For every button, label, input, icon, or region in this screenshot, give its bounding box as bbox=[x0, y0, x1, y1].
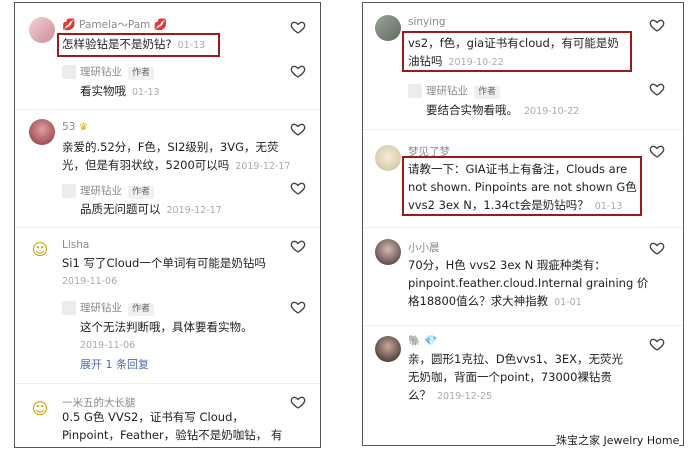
avatar[interactable] bbox=[375, 145, 401, 171]
like-heart-icon[interactable] bbox=[290, 394, 306, 410]
avatar[interactable] bbox=[29, 17, 55, 43]
comment-text: 70分，H色 vvs2 3ex N 瑕疵种类有： pinpoint.feather… bbox=[408, 258, 649, 308]
comment-panel-right: sinying vs2，f色，gia证书有cloud，有可能是奶 油钻吗 2019-… bbox=[362, 2, 684, 446]
crown-icon: ♛ bbox=[78, 121, 89, 133]
reply-text: 要结合实物看哦。 2019-10-22 bbox=[426, 103, 580, 117]
like-heart-icon[interactable] bbox=[290, 238, 306, 254]
comment-author[interactable]: 🐘 💎 bbox=[408, 334, 438, 347]
avatar[interactable] bbox=[375, 239, 401, 265]
lips-icon: 💋 bbox=[153, 18, 168, 31]
reply-author[interactable]: 理研钻业 作者 bbox=[426, 83, 501, 99]
divider bbox=[15, 383, 320, 384]
comment-author[interactable]: 小小晨 bbox=[408, 240, 440, 255]
comment-text: 0.5 G色 VVS2，证书有写 Cloud， Pinpoint，Feather，… bbox=[62, 410, 283, 442]
avatar[interactable] bbox=[375, 336, 401, 362]
avatar[interactable] bbox=[375, 15, 401, 41]
like-heart-icon[interactable] bbox=[649, 17, 665, 33]
reply-author[interactable]: 理研钻业 作者 bbox=[80, 183, 155, 199]
like-heart-icon[interactable] bbox=[649, 81, 665, 97]
highlight-box bbox=[402, 156, 642, 216]
like-heart-icon[interactable] bbox=[290, 299, 306, 315]
reply-date: 2019-11-06 bbox=[80, 340, 136, 351]
like-heart-icon[interactable] bbox=[290, 180, 306, 196]
like-heart-icon[interactable] bbox=[649, 143, 665, 159]
comment-text: 亲，圆形1克拉、D色vvs1、3EX，无荧光 无奶咖，背面一个point，7300… bbox=[408, 352, 624, 402]
comment-panel-left: 💋 Pamela～Pam 💋 怎样验钻是不是奶钻? 01-13 理研钻业 作者 看实… bbox=[14, 2, 321, 448]
like-heart-icon[interactable] bbox=[290, 63, 306, 79]
reply-text: 看实物哦 01-13 bbox=[80, 84, 160, 98]
reply-text: 这个无法判断哦，具体要看实物。 bbox=[80, 320, 253, 334]
reply-avatar[interactable] bbox=[62, 65, 76, 79]
divider bbox=[363, 227, 683, 228]
like-heart-icon[interactable] bbox=[290, 121, 306, 137]
comment-date: 2019-11-06 bbox=[62, 276, 118, 287]
reply-text: 品质无问题可以 2019-12-17 bbox=[80, 202, 222, 216]
comment-author[interactable]: 💋 Pamela～Pam 💋 bbox=[62, 17, 167, 32]
watermark: 珠宝之家 Jewelry Home bbox=[556, 432, 680, 448]
divider bbox=[363, 129, 683, 130]
reply-author[interactable]: 理研钻业 作者 bbox=[80, 64, 155, 80]
reply-avatar[interactable] bbox=[408, 84, 422, 98]
smiley-avatar-icon[interactable]: ☺ bbox=[29, 398, 51, 420]
comment-author[interactable]: Lisha bbox=[62, 239, 89, 251]
comment-author[interactable]: 53 ♛ bbox=[62, 121, 88, 133]
divider bbox=[363, 325, 683, 326]
like-heart-icon[interactable] bbox=[290, 19, 306, 35]
highlight-box bbox=[57, 33, 220, 57]
expand-replies-link[interactable]: 展开 1 条回复 bbox=[80, 356, 149, 372]
reply-avatar[interactable] bbox=[62, 184, 76, 198]
reply-avatar[interactable] bbox=[62, 301, 76, 315]
comment-text: Si1 写了Cloud一个单词有可能是奶钻吗 bbox=[62, 256, 266, 270]
comment-author[interactable]: sinying bbox=[408, 16, 446, 28]
like-heart-icon[interactable] bbox=[649, 336, 665, 352]
like-heart-icon[interactable] bbox=[649, 240, 665, 256]
highlight-box bbox=[402, 31, 632, 72]
divider bbox=[15, 227, 320, 228]
divider bbox=[15, 109, 320, 110]
smiley-avatar-icon[interactable]: ☺ bbox=[29, 239, 51, 261]
reply-author[interactable]: 理研钻业 作者 bbox=[80, 300, 155, 316]
lips-icon: 💋 bbox=[62, 18, 76, 31]
avatar[interactable] bbox=[29, 119, 55, 145]
comment-text: 亲爱的.52分，F色，SI2级别，3VG，无荧 光，但是有羽状纹，5200可以吗 2… bbox=[62, 140, 291, 172]
